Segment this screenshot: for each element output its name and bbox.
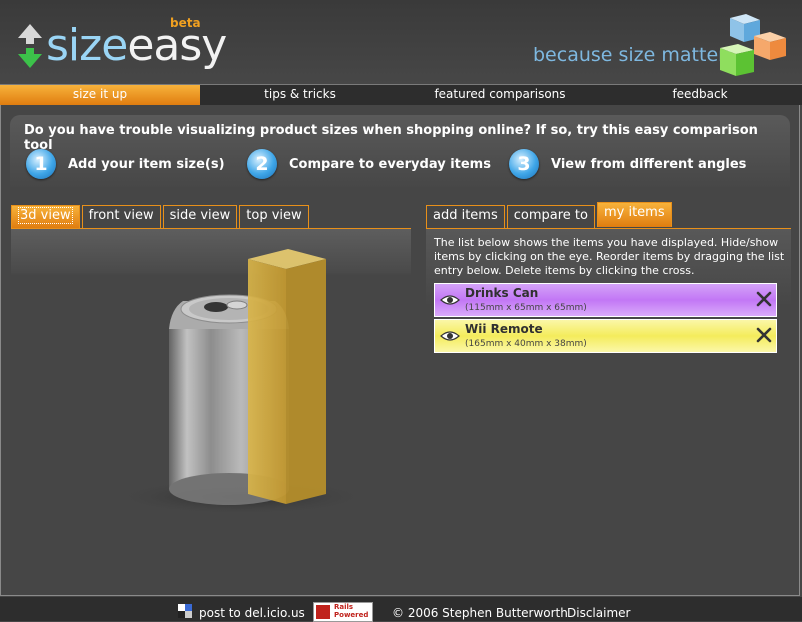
step-1: 1 Add your item size(s): [26, 149, 225, 179]
item-dimensions: (115mm x 65mm x 65mm): [465, 303, 587, 313]
delicious-link[interactable]: post to del.icio.us: [199, 606, 305, 620]
disclaimer-link[interactable]: Disclaimer: [567, 606, 630, 620]
main-nav: size it up tips & tricks featured compar…: [0, 84, 802, 105]
tab-3d-view[interactable]: 3d view: [11, 205, 80, 228]
my-items-description: The list below shows the items you have …: [434, 236, 785, 277]
item-name: Drinks Can: [465, 286, 539, 300]
step-number-2-icon: 2: [247, 149, 277, 179]
footer: post to del.icio.us Rails Powered © 2006…: [0, 597, 802, 622]
close-icon[interactable]: [755, 290, 773, 308]
list-item[interactable]: Drinks Can (115mm x 65mm x 65mm): [434, 283, 777, 317]
step-label-2: Compare to everyday items: [289, 156, 491, 172]
step-number-3-icon: 3: [509, 149, 539, 179]
item-dimensions: (165mm x 40mm x 38mm): [465, 339, 587, 349]
item-tabs: add items compare to my items: [426, 202, 674, 228]
wii-remote-model: [248, 249, 326, 504]
step-label-1: Add your item size(s): [68, 156, 225, 172]
up-down-arrows-icon: [16, 22, 44, 70]
tab-add-items[interactable]: add items: [426, 205, 505, 228]
eye-icon[interactable]: [440, 294, 460, 306]
nav-size-it-up[interactable]: size it up: [0, 85, 200, 105]
view-tabs: 3d view front view side view top view: [11, 205, 311, 228]
step-2: 2 Compare to everyday items: [247, 149, 491, 179]
nav-featured-comparisons[interactable]: featured comparisons: [400, 85, 600, 105]
tab-front-view[interactable]: front view: [81, 205, 161, 228]
cubes-icon: [716, 12, 792, 80]
header: sizeeasy beta because size matters: [0, 0, 802, 84]
tab-my-items[interactable]: my items: [596, 202, 672, 227]
step-number-1-icon: 1: [26, 149, 56, 179]
logo-text-size: size: [46, 20, 128, 71]
close-icon[interactable]: [755, 326, 773, 344]
my-items-panel: The list below shows the items you have …: [426, 229, 791, 359]
intro-banner: Do you have trouble visualizing product …: [10, 115, 790, 187]
tab-compare-to[interactable]: compare to: [506, 205, 595, 228]
item-name: Wii Remote: [465, 322, 543, 336]
tab-side-view[interactable]: side view: [162, 205, 238, 228]
beta-label: beta: [170, 16, 201, 30]
list-item[interactable]: Wii Remote (165mm x 40mm x 38mm): [434, 319, 777, 353]
rails-powered-badge[interactable]: Rails Powered: [313, 602, 373, 622]
copyright: © 2006 Stephen Butterworth: [392, 606, 568, 620]
3d-scene: [111, 249, 371, 515]
rails-icon: [316, 605, 330, 619]
nav-feedback[interactable]: feedback: [600, 85, 800, 105]
step-label-3: View from different angles: [551, 156, 747, 172]
tab-top-view[interactable]: top view: [239, 205, 309, 228]
step-3: 3 View from different angles: [509, 149, 746, 179]
3d-viewer[interactable]: [11, 229, 411, 519]
tagline: because size matters: [533, 44, 736, 66]
nav-tips-tricks[interactable]: tips & tricks: [200, 85, 400, 105]
eye-icon[interactable]: [440, 330, 460, 342]
delicious-icon[interactable]: [178, 604, 192, 618]
